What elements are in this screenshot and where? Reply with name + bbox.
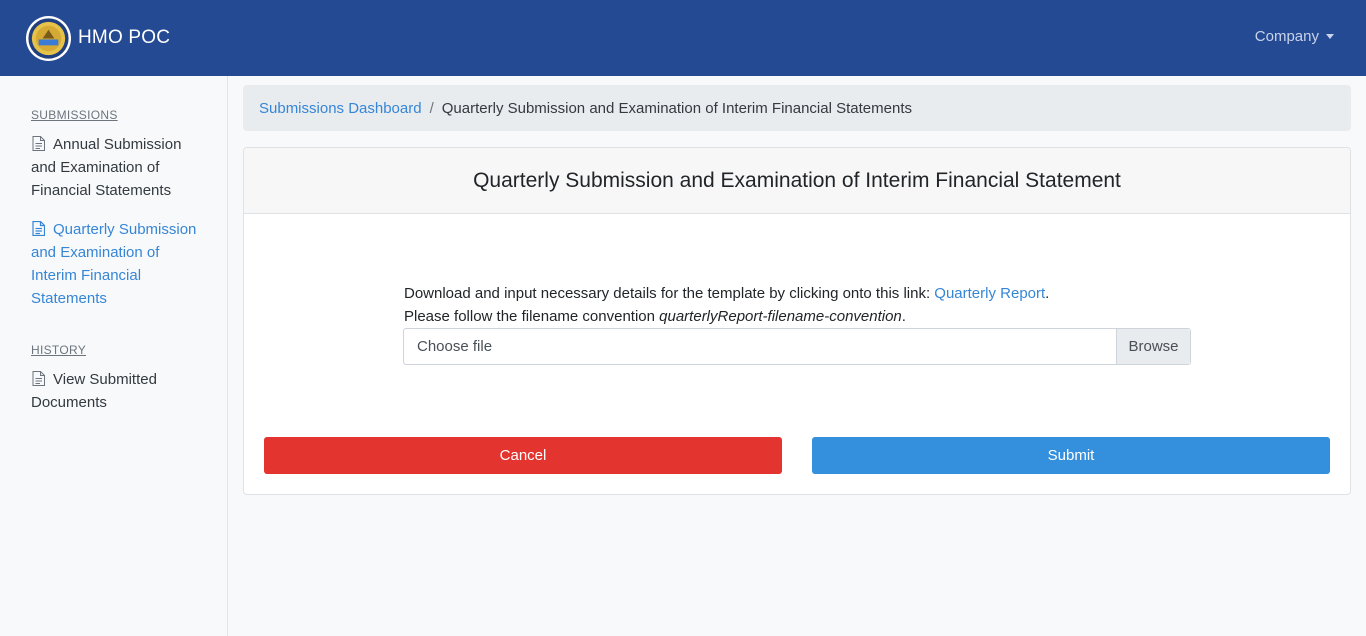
instruction-suffix: . [1045, 285, 1050, 302]
document-icon [32, 221, 45, 236]
sidebar-item-annual-submission[interactable]: Annual Submission and Examination of Fin… [31, 133, 201, 202]
instruction-text: Download and input necessary details for… [404, 285, 935, 302]
document-icon [32, 371, 45, 386]
top-navbar: HMO POC Company [0, 0, 1366, 76]
sidebar-item-label: Quarterly Submission and Examination of … [31, 221, 197, 307]
submission-card: Quarterly Submission and Examination of … [243, 147, 1351, 495]
breadcrumb-link-dashboard[interactable]: Submissions Dashboard [259, 100, 422, 117]
filename-convention-instruction: Please follow the filename convention qu… [404, 308, 906, 325]
sidebar-heading-submissions: SUBMISSIONS [31, 108, 118, 122]
browse-button[interactable]: Browse [1116, 329, 1190, 364]
sidebar-item-quarterly-submission[interactable]: Quarterly Submission and Examination of … [31, 218, 201, 310]
breadcrumb-current: Quarterly Submission and Examination of … [441, 99, 912, 117]
convention-name: quarterlyReport-filename-convention [659, 308, 902, 325]
quarterly-report-link[interactable]: Quarterly Report [934, 285, 1045, 302]
convention-suffix: . [901, 308, 906, 325]
submit-button[interactable]: Submit [812, 437, 1330, 474]
sidebar-item-label: Annual Submission and Examination of Fin… [31, 136, 182, 199]
company-dropdown[interactable]: Company [1255, 28, 1334, 45]
convention-text: Please follow the filename convention [404, 308, 660, 325]
cancel-button[interactable]: Cancel [264, 437, 782, 474]
breadcrumb: Submissions Dashboard / Quarterly Submis… [243, 85, 1351, 131]
brand-link[interactable]: HMO POC [25, 15, 170, 62]
commission-seal-logo-icon [25, 15, 72, 61]
sidebar: SUBMISSIONS Annual Submission and Examin… [0, 76, 228, 636]
file-placeholder: Choose file [417, 338, 493, 355]
document-icon [32, 136, 45, 151]
brand-title: HMO POC [78, 27, 171, 48]
file-upload-input[interactable]: Choose file Browse [403, 328, 1191, 365]
sidebar-heading-history: HISTORY [31, 343, 87, 357]
card-title: Quarterly Submission and Examination of … [244, 148, 1350, 214]
template-instruction: Download and input necessary details for… [404, 285, 1049, 302]
company-label: Company [1254, 28, 1319, 45]
sidebar-item-label: View Submitted Documents [31, 371, 157, 411]
breadcrumb-separator: / [429, 99, 434, 117]
caret-down-icon [1326, 34, 1334, 39]
sidebar-item-view-submitted-documents[interactable]: View Submitted Documents [31, 368, 201, 414]
